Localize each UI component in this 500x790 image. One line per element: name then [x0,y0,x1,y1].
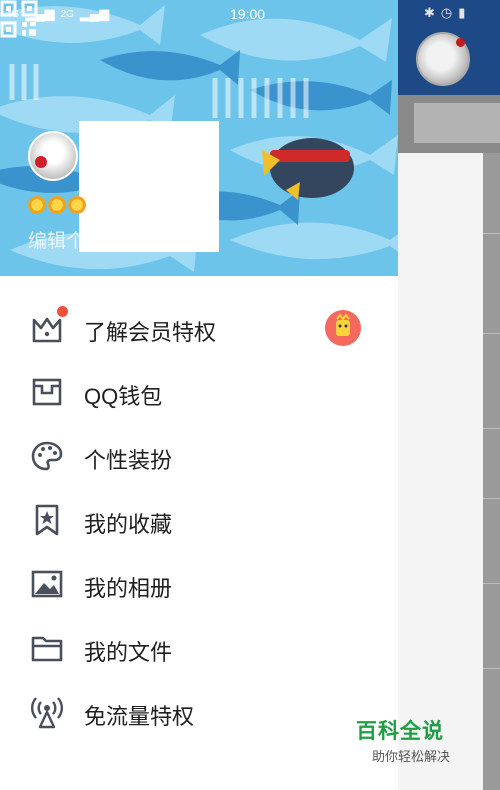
edit-profile-label[interactable]: 编辑个 [28,226,79,253]
broadcast-icon [31,697,63,729]
photo-icon [31,570,63,598]
watermark-subtitle: 助你轻松解决 [372,749,451,764]
qr-code-icon[interactable] [0,0,38,38]
menu-item-label: 我的相册 [84,576,173,601]
background-avatar[interactable] [416,32,470,86]
menu-item-label: 了解会员特权 [84,320,217,345]
level-badges[interactable] [28,196,86,214]
redacted-profile-info [79,121,219,252]
avatar-flower-decoration [35,156,47,168]
status-time: 19:00 [230,6,266,22]
menu-item-label: 我的文件 [84,640,173,665]
wallet-icon [32,378,62,406]
network-label-2g: 2G [60,8,74,20]
background-chat-app: ✱ ◷ ▮ [398,0,500,790]
background-list-gutter [483,153,500,790]
notification-dot [57,306,68,317]
profile-banner[interactable]: 4G ▂▄▆ 2G ▂▄▆ 19:00 编辑个 [0,0,398,276]
profile-avatar[interactable] [28,131,78,181]
background-header: ✱ ◷ ▮ [398,0,500,95]
sun-level-icon [28,196,46,214]
bluetooth-icon: ✱ [424,5,435,20]
menu-item-label: 免流量特权 [84,704,195,729]
status-bar: 4G ▂▄▆ 2G ▂▄▆ 19:00 [0,0,398,28]
palette-icon [31,441,63,471]
menu-item-album[interactable]: 我的相册 [0,553,398,617]
menu-item-vip[interactable]: 了解会员特权 [0,297,398,361]
menu-item-favorites[interactable]: 我的收藏 [0,489,398,553]
menu-item-personalize[interactable]: 个性装扮 [0,425,398,489]
sun-level-icon [48,196,66,214]
menu-item-free-data[interactable]: 免流量特权 [0,681,398,745]
menu-item-label: 个性装扮 [84,448,173,473]
signal-strength-icon-2: ▂▄▆ [79,6,110,21]
watermark-logo: 百科全说 助你轻松解决 [356,712,466,772]
background-status-icons: ✱ ◷ ▮ [398,0,500,26]
watermark-title: 百科全说 [356,720,444,743]
menu-item-label: QQ钱包 [84,384,163,409]
menu-item-label: 我的收藏 [84,512,173,537]
menu-item-files[interactable]: 我的文件 [0,617,398,681]
side-drawer: 4G ▂▄▆ 2G ▂▄▆ 19:00 编辑个 了解会员特权 QQ钱包 个性装扮… [0,0,398,790]
background-chat-list [398,153,483,790]
folder-icon [31,636,63,662]
signal-icon: ▮ [458,5,466,20]
menu-item-wallet[interactable]: QQ钱包 [0,361,398,425]
bookmark-star-icon [35,504,59,536]
mascot-badge-icon [325,310,361,346]
sun-level-icon [68,196,86,214]
alarm-icon: ◷ [440,5,453,20]
background-search-bar[interactable] [414,103,500,143]
